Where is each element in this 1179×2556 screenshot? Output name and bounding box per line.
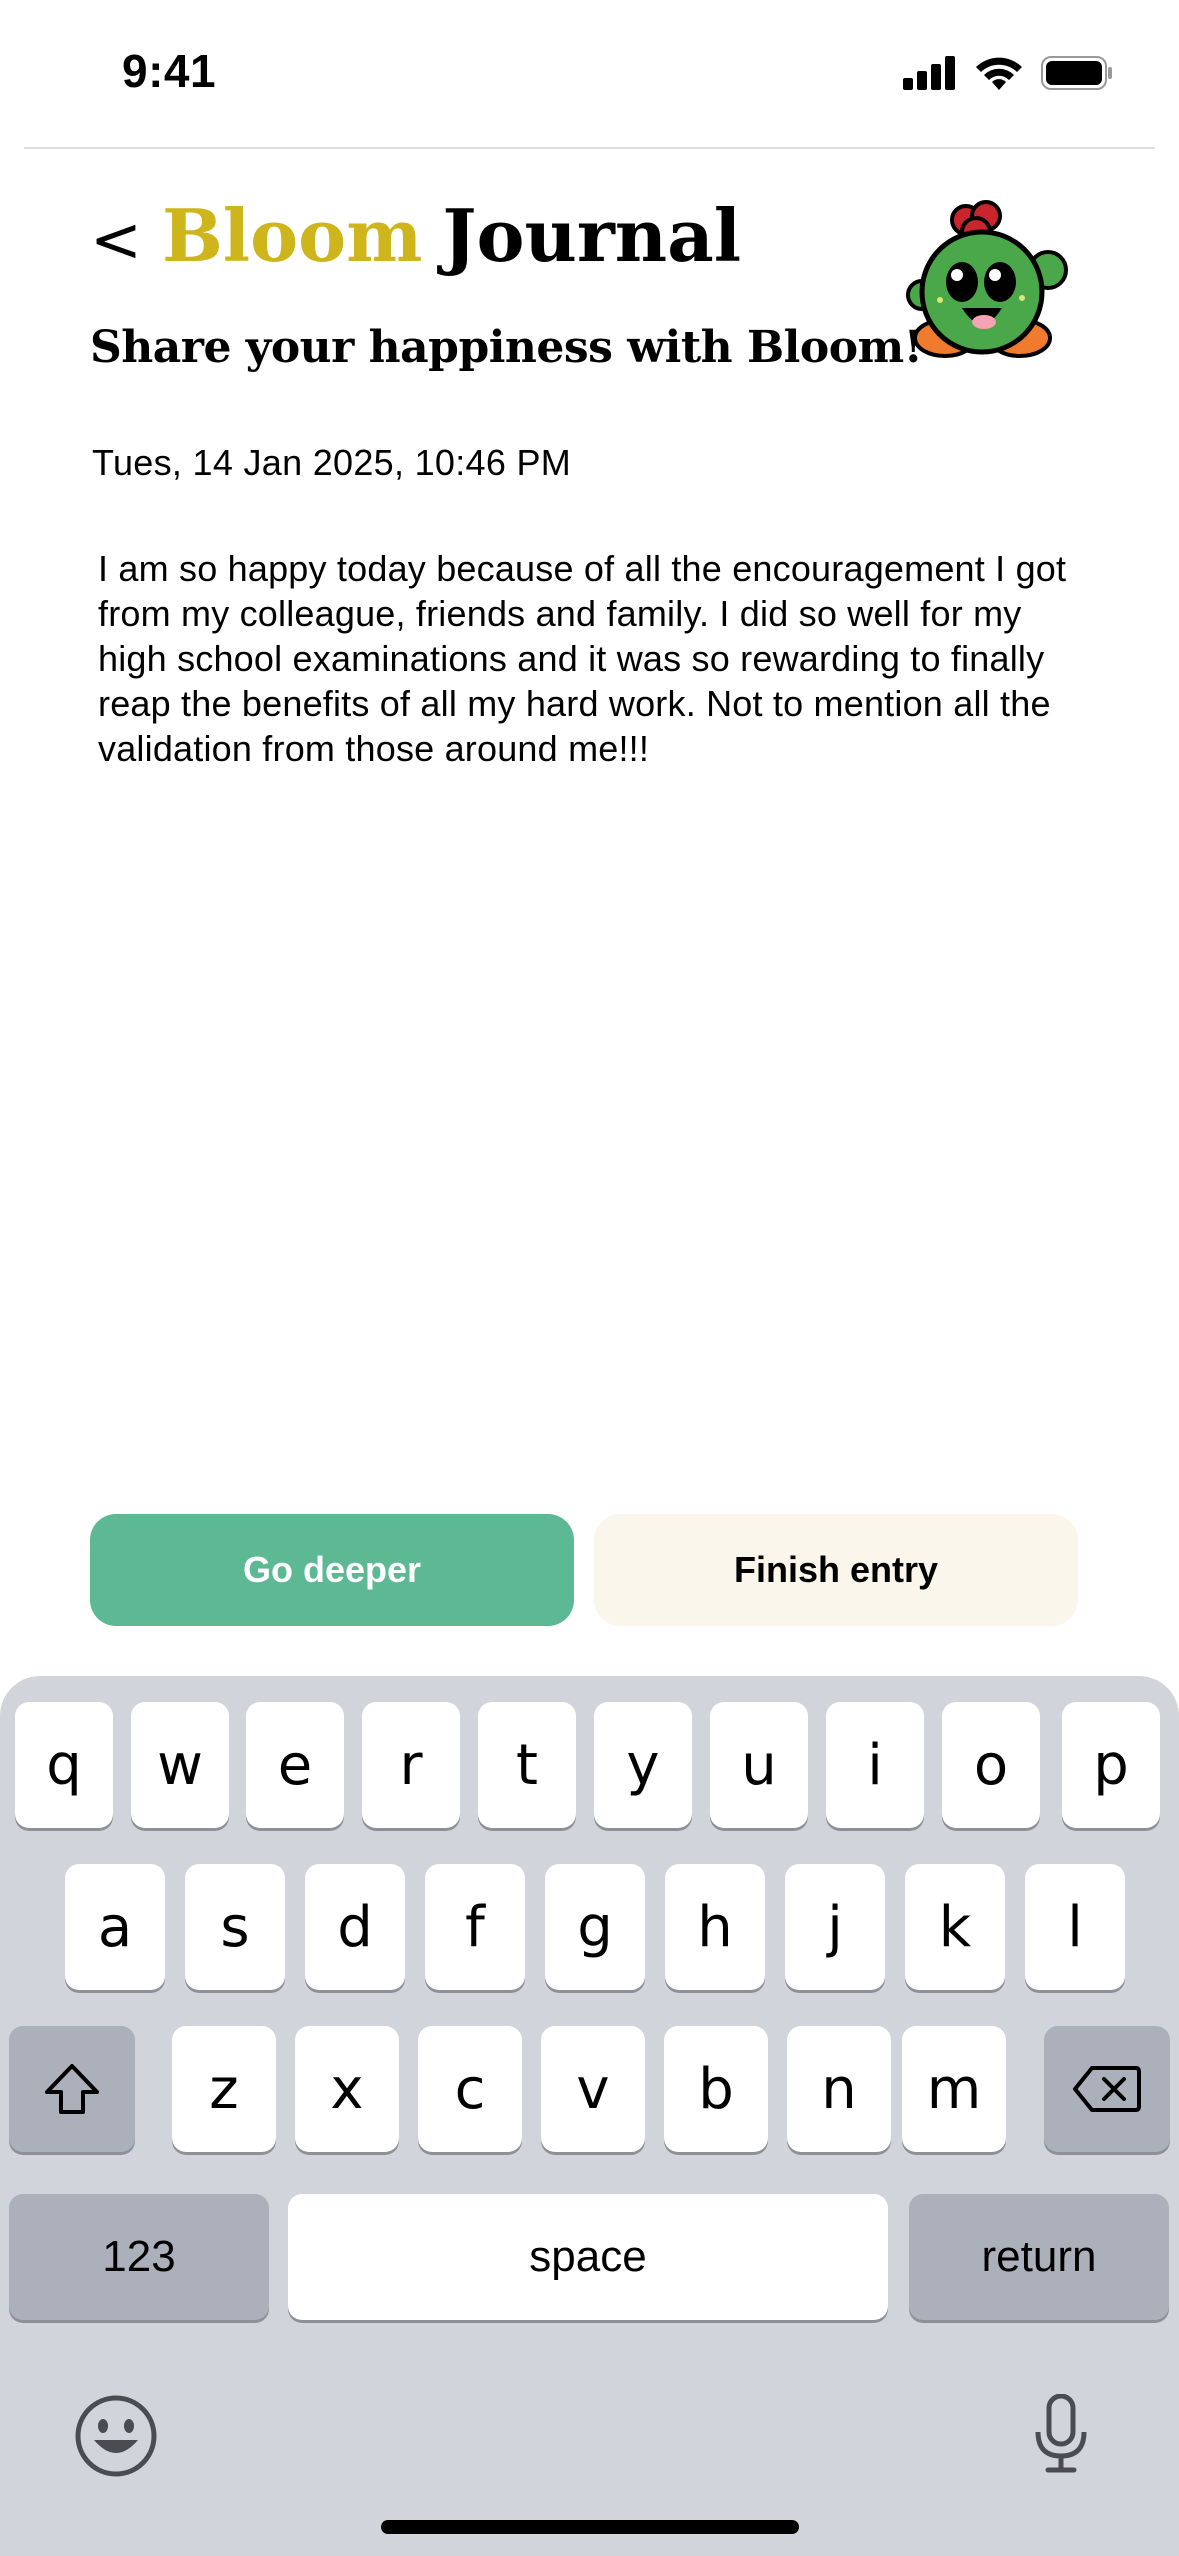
back-button[interactable]: < <box>90 209 142 271</box>
cellular-signal-icon <box>903 56 955 90</box>
key-o[interactable]: o <box>942 1702 1040 1828</box>
home-indicator <box>381 2520 799 2534</box>
key-y[interactable]: y <box>594 1702 692 1828</box>
key-f[interactable]: f <box>425 1864 525 1990</box>
key-v[interactable]: v <box>541 2026 645 2152</box>
status-icons <box>903 56 1113 90</box>
return-key[interactable]: return <box>909 2194 1169 2320</box>
numbers-key[interactable]: 123 <box>9 2194 269 2320</box>
space-key[interactable]: space <box>288 2194 888 2320</box>
brand-word: Bloom <box>161 193 423 278</box>
go-deeper-button[interactable]: Go deeper <box>90 1514 574 1626</box>
delete-key[interactable] <box>1044 2026 1170 2152</box>
journal-entry-text[interactable]: I am so happy today because of all the e… <box>98 546 1088 771</box>
microphone-icon[interactable] <box>1032 2394 1090 2474</box>
key-k[interactable]: k <box>905 1864 1005 1990</box>
key-h[interactable]: h <box>665 1864 765 1990</box>
header-divider <box>24 147 1155 149</box>
finish-entry-button[interactable]: Finish entry <box>594 1514 1078 1626</box>
key-b[interactable]: b <box>664 2026 768 2152</box>
emoji-icon[interactable] <box>74 2394 158 2478</box>
page-subtitle: Share your happiness with Bloom! <box>90 322 923 373</box>
key-a[interactable]: a <box>65 1864 165 1990</box>
key-w[interactable]: w <box>131 1702 229 1828</box>
shift-key[interactable] <box>9 2026 135 2152</box>
key-z[interactable]: z <box>172 2026 276 2152</box>
battery-icon <box>1041 56 1112 90</box>
key-t[interactable]: t <box>478 1702 576 1828</box>
entry-date: Tues, 14 Jan 2025, 10:46 PM <box>92 442 572 483</box>
key-c[interactable]: c <box>418 2026 522 2152</box>
wifi-icon <box>976 57 1022 90</box>
key-p[interactable]: p <box>1062 1702 1160 1828</box>
key-l[interactable]: l <box>1025 1864 1125 1990</box>
delete-icon <box>1073 2066 1141 2112</box>
key-s[interactable]: s <box>185 1864 285 1990</box>
key-n[interactable]: n <box>787 2026 891 2152</box>
key-m[interactable]: m <box>902 2026 1006 2152</box>
key-e[interactable]: e <box>246 1702 344 1828</box>
page-title: < Bloom Journal <box>90 200 741 272</box>
title-word: Journal <box>442 193 742 278</box>
status-bar: 9:41 <box>0 0 1179 148</box>
status-time: 9:41 <box>122 45 217 97</box>
key-x[interactable]: x <box>295 2026 399 2152</box>
key-d[interactable]: d <box>305 1864 405 1990</box>
key-u[interactable]: u <box>710 1702 808 1828</box>
key-g[interactable]: g <box>545 1864 645 1990</box>
shift-icon <box>45 2064 99 2114</box>
bloom-mascot <box>906 200 1068 358</box>
keyboard: q w e r t y u i o p a s d f g h j k l z … <box>0 1676 1179 2556</box>
key-i[interactable]: i <box>826 1702 924 1828</box>
key-j[interactable]: j <box>785 1864 885 1990</box>
key-r[interactable]: r <box>362 1702 460 1828</box>
key-q[interactable]: q <box>15 1702 113 1828</box>
